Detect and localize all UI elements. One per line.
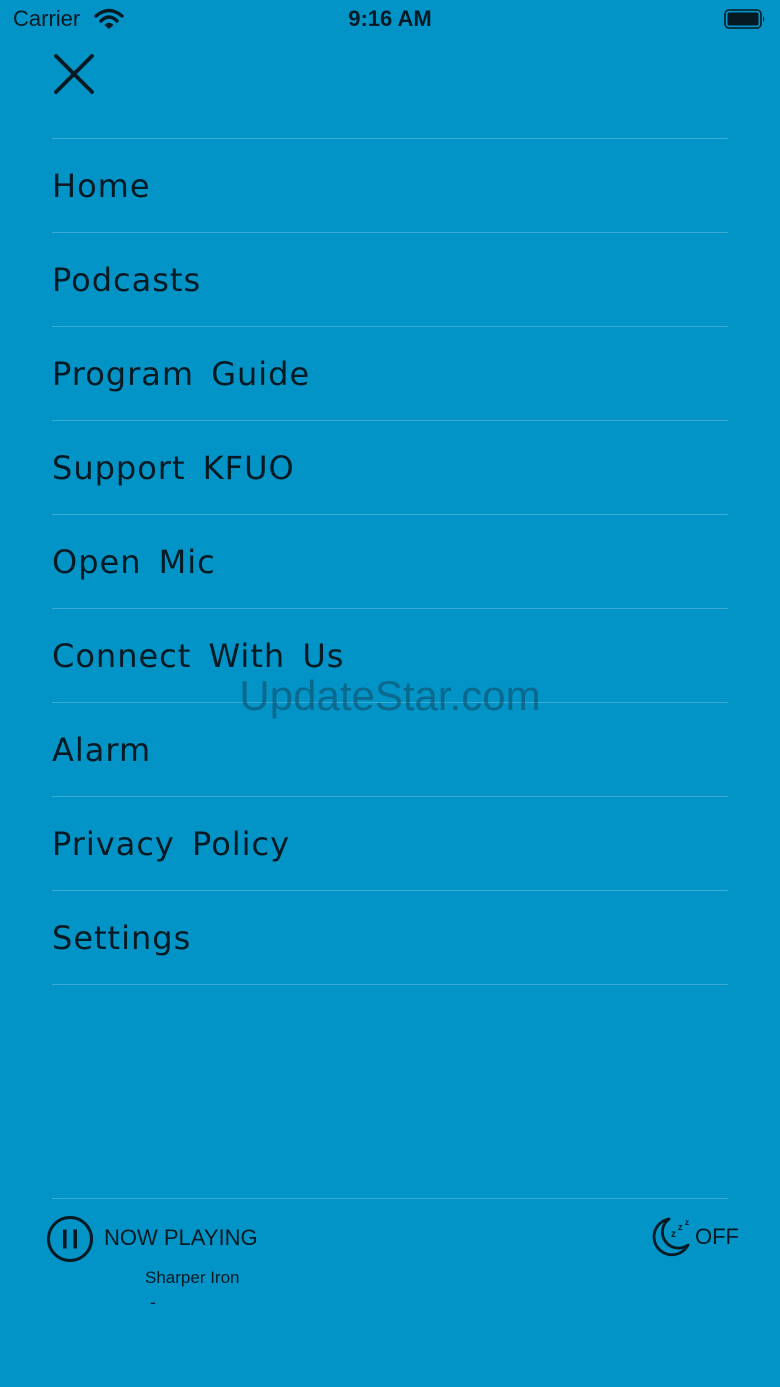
sleep-timer-label: OFF: [695, 1224, 739, 1249]
menu-item-privacy-policy[interactable]: Privacy Policy: [52, 797, 728, 891]
sleep-timer-button[interactable]: z z z OFF: [648, 1215, 739, 1259]
menu-item-alarm[interactable]: Alarm: [52, 703, 728, 797]
status-bar: Carrier 9:16 AM: [0, 0, 780, 40]
close-icon[interactable]: [48, 48, 100, 100]
sleep-timer-moon-icon: z z z: [652, 1217, 690, 1257]
menu-item-label: Program Guide: [52, 354, 311, 393]
menu-item-podcasts[interactable]: Podcasts: [52, 233, 728, 327]
svg-text:z: z: [685, 1218, 689, 1227]
menu-item-label: Alarm: [52, 730, 152, 769]
battery-full-icon: [724, 9, 765, 29]
nav-menu: Home Podcasts Program Guide Support KFUO…: [52, 138, 728, 985]
menu-item-label: Podcasts: [52, 260, 202, 299]
menu-item-label: Connect With Us: [52, 636, 345, 675]
now-playing-label: NOW PLAYING: [104, 1225, 258, 1250]
menu-item-home[interactable]: Home: [52, 139, 728, 233]
menu-item-support-kfuo[interactable]: Support KFUO: [52, 421, 728, 515]
status-time: 9:16 AM: [348, 6, 432, 31]
menu-item-connect-with-us[interactable]: Connect With Us: [52, 609, 728, 703]
menu-item-label: Support KFUO: [52, 448, 295, 487]
menu-item-label: Open Mic: [52, 542, 216, 581]
menu-item-program-guide[interactable]: Program Guide: [52, 327, 728, 421]
menu-item-label: Settings: [52, 918, 192, 957]
track-title: Sharper Iron: [145, 1268, 240, 1287]
svg-text:z: z: [671, 1229, 676, 1240]
pause-icon[interactable]: [46, 1215, 94, 1263]
menu-item-label: Home: [52, 166, 151, 205]
menu-item-open-mic[interactable]: Open Mic: [52, 515, 728, 609]
track-artist: -: [150, 1293, 156, 1312]
menu-item-settings[interactable]: Settings: [52, 891, 728, 985]
svg-text:z: z: [678, 1222, 683, 1232]
player-divider: [52, 1198, 728, 1199]
menu-item-label: Privacy Policy: [52, 824, 291, 863]
